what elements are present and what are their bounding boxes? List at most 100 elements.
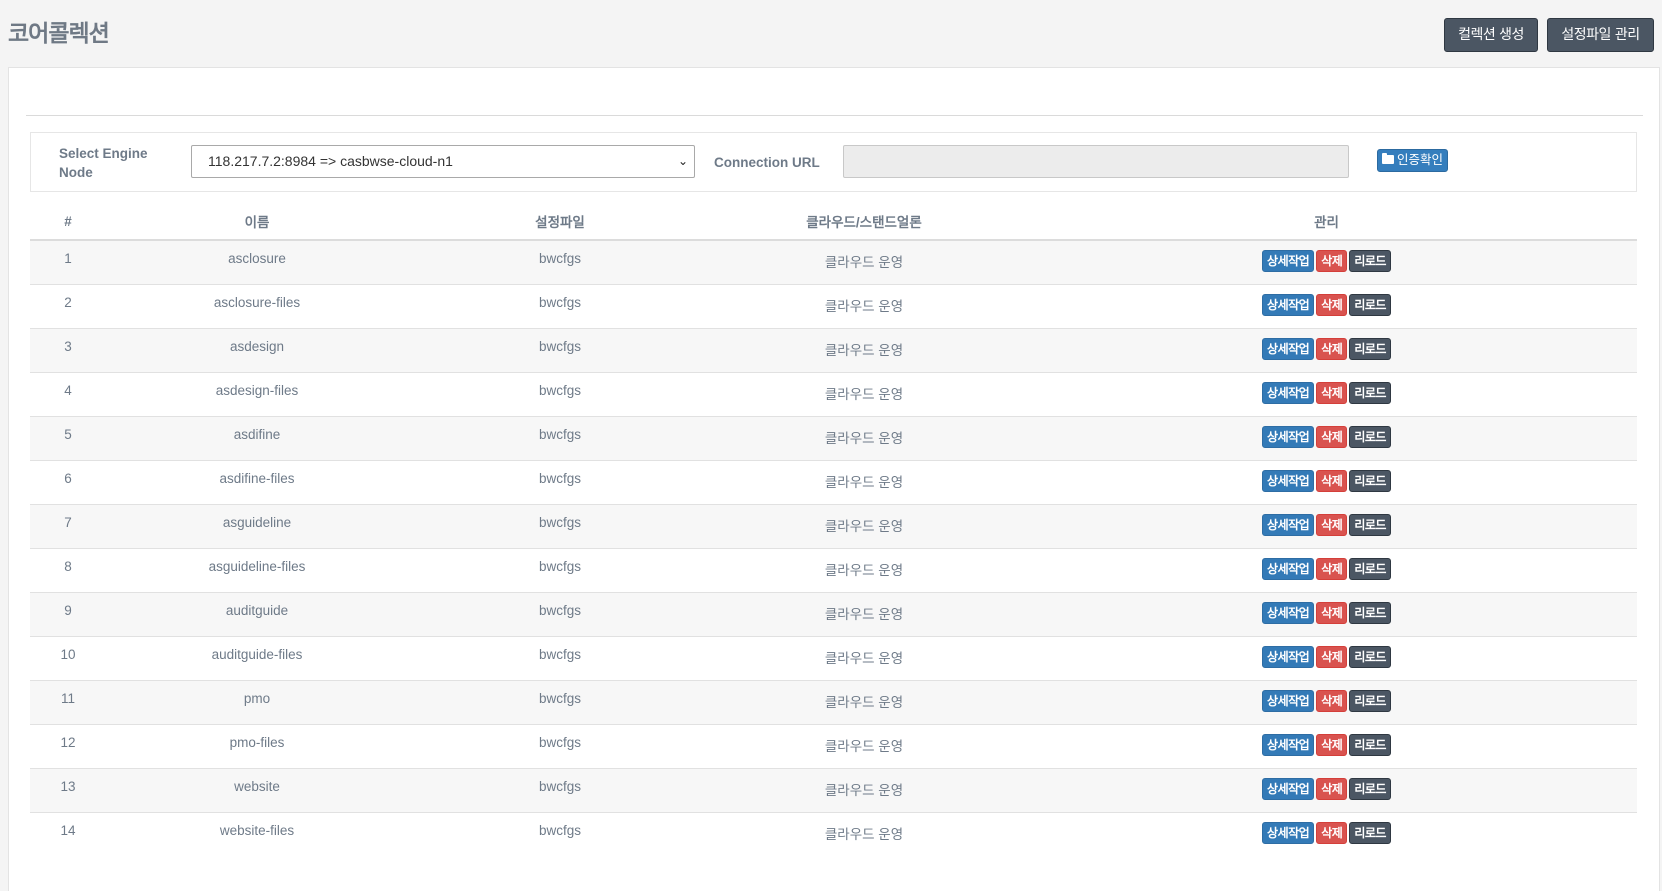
table-row: 14 website-files bwcfgs 클라우드 운영 상세작업 삭제 리로드 (30, 811, 1637, 856)
delete-button[interactable]: 삭제 (1316, 601, 1348, 624)
auth-check-button[interactable]: 인증확인 (1377, 149, 1448, 172)
connection-url-input[interactable] (843, 145, 1349, 178)
delete-button[interactable]: 삭제 (1316, 689, 1348, 712)
reload-button[interactable]: 리로드 (1349, 513, 1391, 536)
table-row: 4 asdesign-files bwcfgs 클라우드 운영 상세작업 삭제 리로드 (30, 371, 1637, 416)
cell-name: asclosure-files (106, 283, 408, 328)
cell-name: website (106, 767, 408, 812)
reload-button[interactable]: 리로드 (1349, 293, 1391, 316)
detail-button[interactable]: 상세작업 (1262, 337, 1315, 360)
detail-button[interactable]: 상세작업 (1262, 689, 1315, 712)
cell-config: bwcfgs (408, 547, 712, 592)
cell-mode: 클라우드 운영 (712, 591, 1016, 636)
cell-number: 1 (30, 240, 106, 284)
reload-button[interactable]: 리로드 (1349, 381, 1391, 404)
table-row: 7 asguideline bwcfgs 클라우드 운영 상세작업 삭제 리로드 (30, 503, 1637, 548)
cell-mode: 클라우드 운영 (712, 635, 1016, 680)
reload-button[interactable]: 리로드 (1349, 337, 1391, 360)
reload-button[interactable]: 리로드 (1349, 821, 1391, 844)
manage-config-button[interactable]: 설정파일 관리 (1547, 18, 1654, 52)
create-collection-button[interactable]: 컬렉션 생성 (1444, 18, 1538, 52)
detail-button[interactable]: 상세작업 (1262, 821, 1315, 844)
cell-number: 5 (30, 415, 106, 460)
detail-button[interactable]: 상세작업 (1262, 733, 1315, 756)
cell-number: 10 (30, 635, 106, 680)
table-header-row: # 이름 설정파일 클라우드/스탠드얼론 관리 (30, 203, 1637, 241)
reload-button[interactable]: 리로드 (1349, 250, 1391, 272)
column-header-name: 이름 (106, 203, 408, 241)
detail-button[interactable]: 상세작업 (1262, 425, 1315, 448)
table-row: 12 pmo-files bwcfgs 클라우드 운영 상세작업 삭제 리로드 (30, 723, 1637, 768)
detail-button[interactable]: 상세작업 (1262, 645, 1315, 668)
cell-config: bwcfgs (408, 679, 712, 724)
cell-actions: 상세작업 삭제 리로드 (1016, 415, 1637, 460)
delete-button[interactable]: 삭제 (1316, 821, 1348, 844)
reload-button[interactable]: 리로드 (1349, 645, 1391, 668)
cell-mode: 클라우드 운영 (712, 811, 1016, 856)
cell-config: bwcfgs (408, 811, 712, 856)
reload-button[interactable]: 리로드 (1349, 689, 1391, 712)
cell-name: pmo-files (106, 723, 408, 768)
detail-button[interactable]: 상세작업 (1262, 513, 1315, 536)
delete-button[interactable]: 삭제 (1316, 425, 1348, 448)
delete-button[interactable]: 삭제 (1316, 469, 1348, 492)
reload-button[interactable]: 리로드 (1349, 557, 1391, 580)
engine-selector-bar: Select Engine Node 118.217.7.2:8984 => c… (30, 132, 1637, 192)
column-header-config: 설정파일 (408, 203, 712, 241)
cell-name: asdifine-files (106, 459, 408, 504)
cell-number: 14 (30, 811, 106, 856)
reload-button[interactable]: 리로드 (1349, 425, 1391, 448)
reload-button[interactable]: 리로드 (1349, 733, 1391, 756)
detail-button[interactable]: 상세작업 (1262, 601, 1315, 624)
cell-config: bwcfgs (408, 591, 712, 636)
chevron-down-icon: ⌄ (677, 154, 688, 168)
cell-actions: 상세작업 삭제 리로드 (1016, 811, 1637, 856)
cell-number: 2 (30, 283, 106, 328)
cell-mode: 클라우드 운영 (712, 679, 1016, 724)
cell-mode: 클라우드 운영 (712, 327, 1016, 372)
cell-config: bwcfgs (408, 459, 712, 504)
cell-name: asdifine (106, 415, 408, 460)
cell-mode: 클라우드 운영 (712, 240, 1016, 284)
cell-name: asguideline (106, 503, 408, 548)
cell-name: asclosure (106, 240, 408, 284)
column-header-mode: 클라우드/스탠드얼론 (712, 203, 1016, 241)
delete-button[interactable]: 삭제 (1316, 513, 1348, 536)
cell-actions: 상세작업 삭제 리로드 (1016, 503, 1637, 548)
delete-button[interactable]: 삭제 (1316, 777, 1348, 800)
detail-button[interactable]: 상세작업 (1262, 250, 1315, 272)
engine-select-label: Select Engine Node (59, 146, 148, 180)
delete-button[interactable]: 삭제 (1316, 337, 1348, 360)
engine-node-select[interactable]: 118.217.7.2:8984 => casbwse-cloud-n1 ⌄ (191, 145, 695, 178)
detail-button[interactable]: 상세작업 (1262, 381, 1315, 404)
delete-button[interactable]: 삭제 (1316, 250, 1348, 272)
delete-button[interactable]: 삭제 (1316, 381, 1348, 404)
delete-button[interactable]: 삭제 (1316, 293, 1348, 316)
reload-button[interactable]: 리로드 (1349, 469, 1391, 492)
table-row: 6 asdifine-files bwcfgs 클라우드 운영 상세작업 삭제 리로드 (30, 459, 1637, 504)
table-row: 1 asclosure bwcfgs 클라우드 운영 상세작업 삭제 리로드 (30, 240, 1637, 284)
delete-button[interactable]: 삭제 (1316, 557, 1348, 580)
table-row: 9 auditguide bwcfgs 클라우드 운영 상세작업 삭제 리로드 (30, 591, 1637, 636)
cell-number: 4 (30, 371, 106, 416)
cell-config: bwcfgs (408, 767, 712, 812)
detail-button[interactable]: 상세작업 (1262, 469, 1315, 492)
detail-button[interactable]: 상세작업 (1262, 557, 1315, 580)
delete-button[interactable]: 삭제 (1316, 645, 1348, 668)
detail-button[interactable]: 상세작업 (1262, 293, 1315, 316)
page-title: 코어콜렉션 (8, 21, 110, 47)
reload-button[interactable]: 리로드 (1349, 601, 1391, 624)
cell-name: website-files (106, 811, 408, 856)
cell-name: pmo (106, 679, 408, 724)
cell-number: 12 (30, 723, 106, 768)
cell-mode: 클라우드 운영 (712, 283, 1016, 328)
column-header-number: # (30, 203, 106, 241)
cell-actions: 상세작업 삭제 리로드 (1016, 679, 1637, 724)
divider (26, 115, 1643, 116)
cell-mode: 클라우드 운영 (712, 767, 1016, 812)
delete-button[interactable]: 삭제 (1316, 733, 1348, 756)
cell-name: auditguide (106, 591, 408, 636)
cell-name: asguideline-files (106, 547, 408, 592)
detail-button[interactable]: 상세작업 (1262, 777, 1315, 800)
reload-button[interactable]: 리로드 (1349, 777, 1391, 800)
